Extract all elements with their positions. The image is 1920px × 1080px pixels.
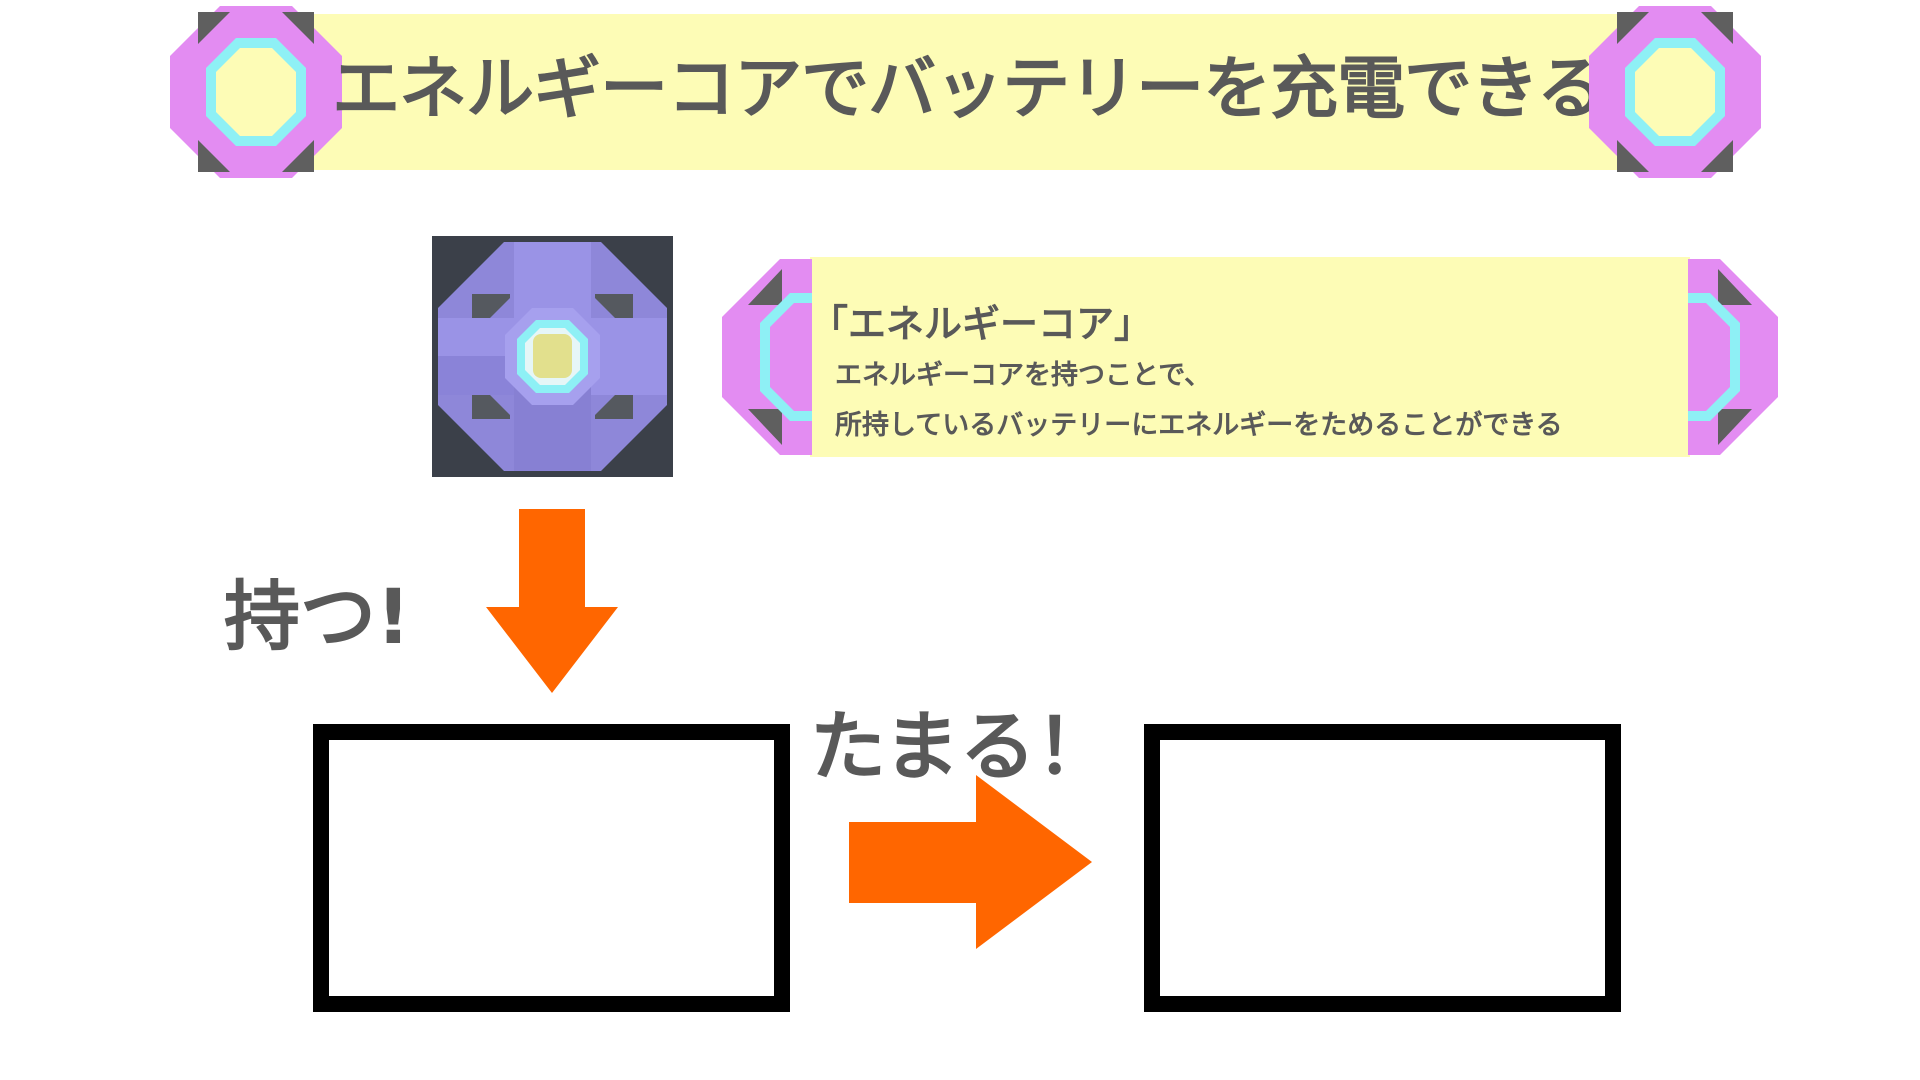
octagon-bracket-icon (722, 259, 812, 455)
page-title: エネルギーコアでバッテリーを充電できる (332, 50, 1605, 129)
info-description-line: エネルギーコアを持つことで、 (835, 360, 1212, 391)
energy-core-icon (432, 236, 673, 477)
down-arrow-icon (486, 509, 618, 693)
octagon-bracket-icon (1688, 259, 1778, 455)
info-banner: 「エネルギーコア」 エネルギーコアを持つことで、 所持しているバッテリーにエネル… (720, 257, 1780, 457)
right-arrow-icon (849, 775, 1092, 949)
battery-before-placeholder (313, 724, 790, 1012)
info-description-line: 所持しているバッテリーにエネルギーをためることができる (835, 410, 1563, 441)
battery-after-placeholder (1144, 724, 1621, 1012)
octagon-emblem-icon (1589, 6, 1761, 178)
info-title: 「エネルギーコア」 (810, 302, 1153, 346)
hold-label: 持つ! (224, 572, 411, 661)
title-banner: エネルギーコアでバッテリーを充電できる (168, 4, 1763, 178)
